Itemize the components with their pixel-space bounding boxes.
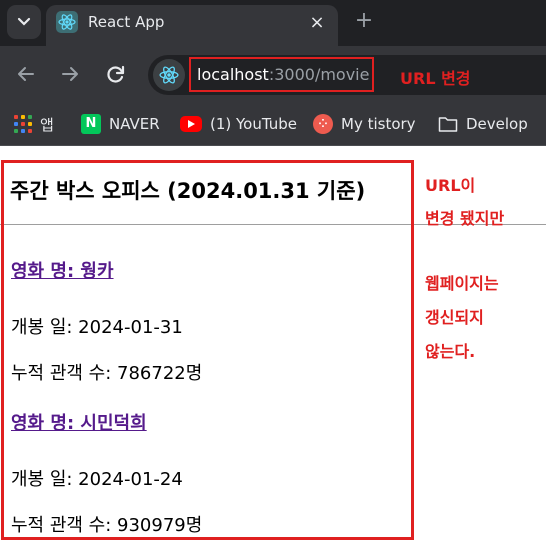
bookmark-label: Develop (466, 115, 528, 133)
youtube-icon (180, 116, 202, 132)
url-path: :3000/movie (268, 65, 370, 84)
tab-react-app[interactable]: React App × (46, 5, 338, 46)
page-content-highlight-box: 주간 박스 오피스 (2024.01.31 기준) 영화 명: 웡카 개봉 일:… (1, 160, 414, 540)
movie-open-date: 개봉 일: 2024-01-24 (11, 469, 183, 490)
bookmark-develop[interactable]: Develop (438, 102, 528, 146)
side-annotation-line: 변경 됐지만 (425, 209, 505, 228)
bookmark-naver[interactable]: N NAVER (81, 102, 160, 146)
bookmark-tistory[interactable]: ⁘ My tistory (313, 102, 416, 146)
bookmarks-bar: 앱 N NAVER (1) YouTube ⁘ My tistory Devel… (0, 102, 546, 146)
movie-audience: 누적 관객 수: 786722명 (11, 363, 203, 384)
movie-open-date: 개봉 일: 2024-01-31 (11, 317, 183, 338)
url-host: localhost (197, 65, 269, 84)
new-tab-icon[interactable]: + (350, 7, 378, 35)
page-title: 주간 박스 오피스 (2024.01.31 기준) (10, 179, 366, 203)
side-annotation-line: URL이 (425, 176, 476, 195)
bookmark-apps[interactable]: 앱 (14, 102, 54, 146)
url-text[interactable]: localhost:3000/movie (197, 65, 369, 84)
naver-icon: N (81, 114, 101, 134)
bookmark-label: NAVER (109, 115, 160, 133)
bookmark-youtube[interactable]: (1) YouTube (180, 102, 297, 146)
movie-link[interactable]: 영화 명: 시민덕희 (11, 409, 147, 435)
url-highlight-box: localhost:3000/movie (189, 57, 374, 92)
side-annotation-line: 갱신되지 (425, 308, 484, 327)
apps-grid-icon (14, 115, 32, 133)
reload-button[interactable] (102, 60, 130, 88)
address-bar[interactable]: localhost:3000/movie URL 변경 (148, 55, 546, 95)
movie-link[interactable]: 영화 명: 웡카 (11, 257, 114, 283)
site-info-icon[interactable] (153, 59, 185, 91)
tab-strip: React App × + (0, 0, 546, 46)
arrow-left-icon (18, 67, 34, 81)
reload-icon (107, 65, 125, 83)
bookmark-label: My tistory (341, 115, 416, 133)
back-button[interactable] (12, 60, 40, 88)
bookmark-label: 앱 (40, 115, 54, 134)
tab-close-icon[interactable]: × (304, 10, 330, 36)
chevron-down-icon (17, 17, 31, 26)
movie-audience: 누적 관객 수: 930979명 (11, 515, 203, 536)
bookmark-label: (1) YouTube (210, 115, 298, 133)
url-change-annotation: URL 변경 (400, 69, 471, 88)
side-annotation-line: 웹페이지는 (425, 274, 499, 293)
side-annotation-line: 않는다. (425, 342, 476, 361)
tab-search-button[interactable] (7, 5, 41, 39)
forward-button[interactable] (56, 60, 84, 88)
arrow-right-icon (62, 67, 78, 81)
react-favicon-icon (56, 11, 78, 33)
tab-title: React App (88, 13, 165, 31)
folder-icon (438, 117, 458, 132)
browser-toolbar: localhost:3000/movie URL 변경 (0, 46, 546, 102)
tistory-icon: ⁘ (313, 114, 333, 134)
